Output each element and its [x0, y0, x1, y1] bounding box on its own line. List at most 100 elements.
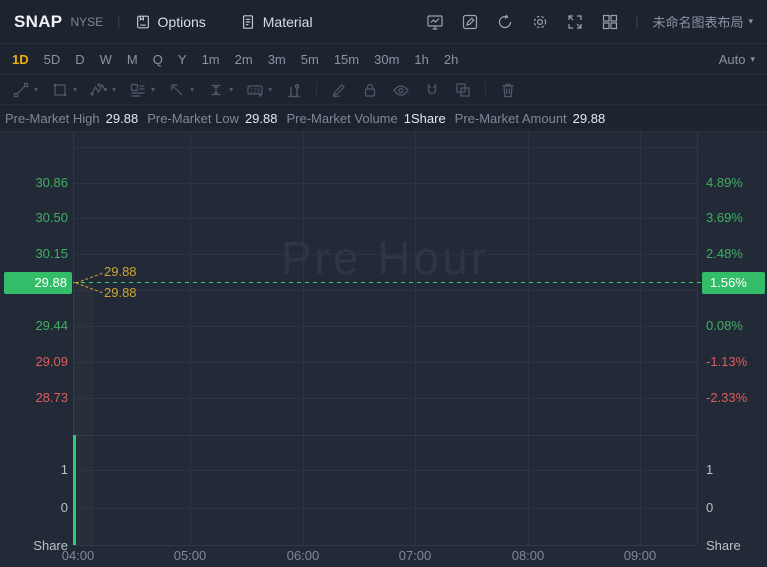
chevron-down-icon: ▾ [112, 84, 117, 94]
interval-w[interactable]: W [100, 52, 112, 67]
settings-gear-icon[interactable] [529, 11, 551, 33]
fullscreen-icon[interactable] [564, 11, 586, 33]
price-tick: 30.15 [35, 246, 68, 261]
chevron-down-icon: ▾ [151, 84, 156, 94]
interval-30min[interactable]: 30m [374, 52, 399, 67]
lock-tool[interactable] [361, 81, 379, 99]
time-tick: 08:00 [511, 548, 545, 563]
chevron-down-icon: ▾ [268, 84, 273, 94]
trend-line-tool[interactable]: ▾ [12, 81, 38, 99]
gridline-h [73, 254, 697, 255]
gridline-h [73, 398, 697, 399]
magnet-tool[interactable] [423, 81, 441, 99]
gridline-h [73, 218, 697, 219]
volume-unit-right: Share [706, 538, 741, 553]
interval-1h[interactable]: 1h [414, 52, 428, 67]
gridline-h [73, 470, 697, 471]
quick-edit-icon[interactable] [459, 11, 481, 33]
chevron-down-icon: ▾ [34, 84, 39, 94]
toolbar-separator [485, 81, 487, 98]
drawing-toolbar: ▾ ▾ ▾ ▾ ▾ ▾ 123 ▾ [0, 75, 767, 105]
interval-5min[interactable]: 5m [301, 52, 319, 67]
percent-tick: 0.08% [706, 318, 743, 333]
arrow-tool[interactable]: ▾ [168, 81, 194, 99]
chevron-down-icon: ▾ [73, 84, 78, 94]
brush-tool[interactable] [330, 81, 348, 99]
svg-text:123: 123 [250, 88, 261, 94]
interval-15min[interactable]: 15m [334, 52, 359, 67]
layout-menu-button[interactable]: 未命名图表布局 ▾ [652, 12, 753, 31]
interval-1d[interactable]: 1D [12, 52, 29, 67]
interval-3min[interactable]: 3m [268, 52, 286, 67]
premarket-amount: Pre-Market Amount 29.88 [454, 111, 606, 126]
price-tick: 30.50 [35, 210, 68, 225]
interval-2min[interactable]: 2m [235, 52, 253, 67]
percent-tick: 3.69% [706, 210, 743, 225]
volume-tick: 1 [706, 462, 714, 477]
volume-tick: 1 [60, 462, 68, 477]
auto-label: Auto [718, 52, 746, 67]
rectangle-tool[interactable]: ▾ [51, 81, 77, 99]
premarket-low: Pre-Market Low 29.88 [147, 111, 278, 126]
symbol-name[interactable]: SNAP [14, 12, 62, 32]
layout-menu-label: 未命名图表布局 [652, 15, 744, 30]
remove-all-trash-tool[interactable] [499, 81, 517, 99]
interval-d[interactable]: D [75, 52, 84, 67]
premarket-info-bar: Pre-Market High 29.88 Pre-Market Low 29.… [0, 106, 767, 131]
exchange-name: NYSE [70, 14, 104, 29]
numbered-label-tool[interactable]: 123 ▾ [246, 81, 272, 99]
chevron-down-icon: ▾ [748, 16, 753, 26]
divider: | [117, 14, 121, 29]
top-bar: SNAP NYSE | Options Material | 未命名图表布局 ▾ [0, 0, 767, 44]
interval-y[interactable]: Y [178, 52, 187, 67]
gridline-h [73, 290, 697, 291]
current-bar-highlight [73, 283, 93, 545]
interval-m[interactable]: M [127, 52, 138, 67]
top-bar-actions: | 未命名图表布局 ▾ [424, 11, 753, 33]
time-tick: 04:00 [61, 548, 95, 563]
divider: | [635, 14, 639, 29]
trading-app-window: SNAP NYSE | Options Material | 未命名图表布局 ▾… [0, 0, 767, 567]
chart-snapshot-icon[interactable] [424, 11, 446, 33]
gridline-h [73, 508, 697, 509]
gridline-v [528, 132, 529, 545]
price-tag-connectors [75, 272, 104, 294]
multichart-layout-icon[interactable] [599, 11, 621, 33]
percent-tick: 4.89% [706, 175, 743, 190]
gridline-v [190, 132, 191, 545]
text-annotation-tool[interactable]: ▾ [129, 81, 155, 99]
volume-tick: 0 [706, 500, 714, 515]
premarket-high: Pre-Market High 29.88 [5, 111, 139, 126]
interval-1min[interactable]: 1m [202, 52, 220, 67]
group-objects-tool[interactable] [454, 81, 472, 99]
gridline-h [73, 326, 697, 327]
chevron-down-icon: ▾ [190, 84, 195, 94]
percent-tick: -1.13% [706, 354, 748, 369]
chevron-down-icon: ▾ [229, 84, 234, 94]
volume-bar-0400 [73, 435, 76, 545]
interval-q[interactable]: Q [153, 52, 163, 67]
chevron-down-icon: ▾ [750, 54, 755, 64]
wave-pattern-tool[interactable]: ▾ [90, 81, 116, 99]
auto-scale-menu[interactable]: Auto ▾ [719, 52, 755, 67]
measure-tool[interactable]: ▾ [207, 81, 233, 99]
interval-bar: 1D 5D D W M Q Y 1m 2m 3m 5m 15m 30m 1h 2… [0, 45, 767, 75]
undo-refresh-icon[interactable] [494, 11, 516, 33]
interval-5d[interactable]: 5D [44, 52, 61, 67]
pane-divider[interactable] [73, 435, 697, 436]
time-tick: 05:00 [173, 548, 207, 563]
price-tick: 29.44 [35, 318, 68, 333]
price-tick: 28.73 [35, 390, 68, 405]
visibility-eye-tool[interactable] [392, 81, 410, 99]
material-button[interactable]: Material [240, 14, 313, 30]
premarket-high-tag: 29.88 [104, 264, 137, 279]
percent-tick: -2.33% [706, 390, 748, 405]
chart-canvas[interactable] [0, 131, 767, 567]
plot-right-edge [697, 132, 698, 545]
volume-tick: 0 [60, 500, 68, 515]
time-tick: 06:00 [286, 548, 320, 563]
options-button[interactable]: Options [135, 14, 206, 30]
premarket-low-tag: 29.88 [104, 285, 137, 300]
interval-2h[interactable]: 2h [444, 52, 458, 67]
bar-pattern-tool[interactable] [285, 81, 303, 99]
